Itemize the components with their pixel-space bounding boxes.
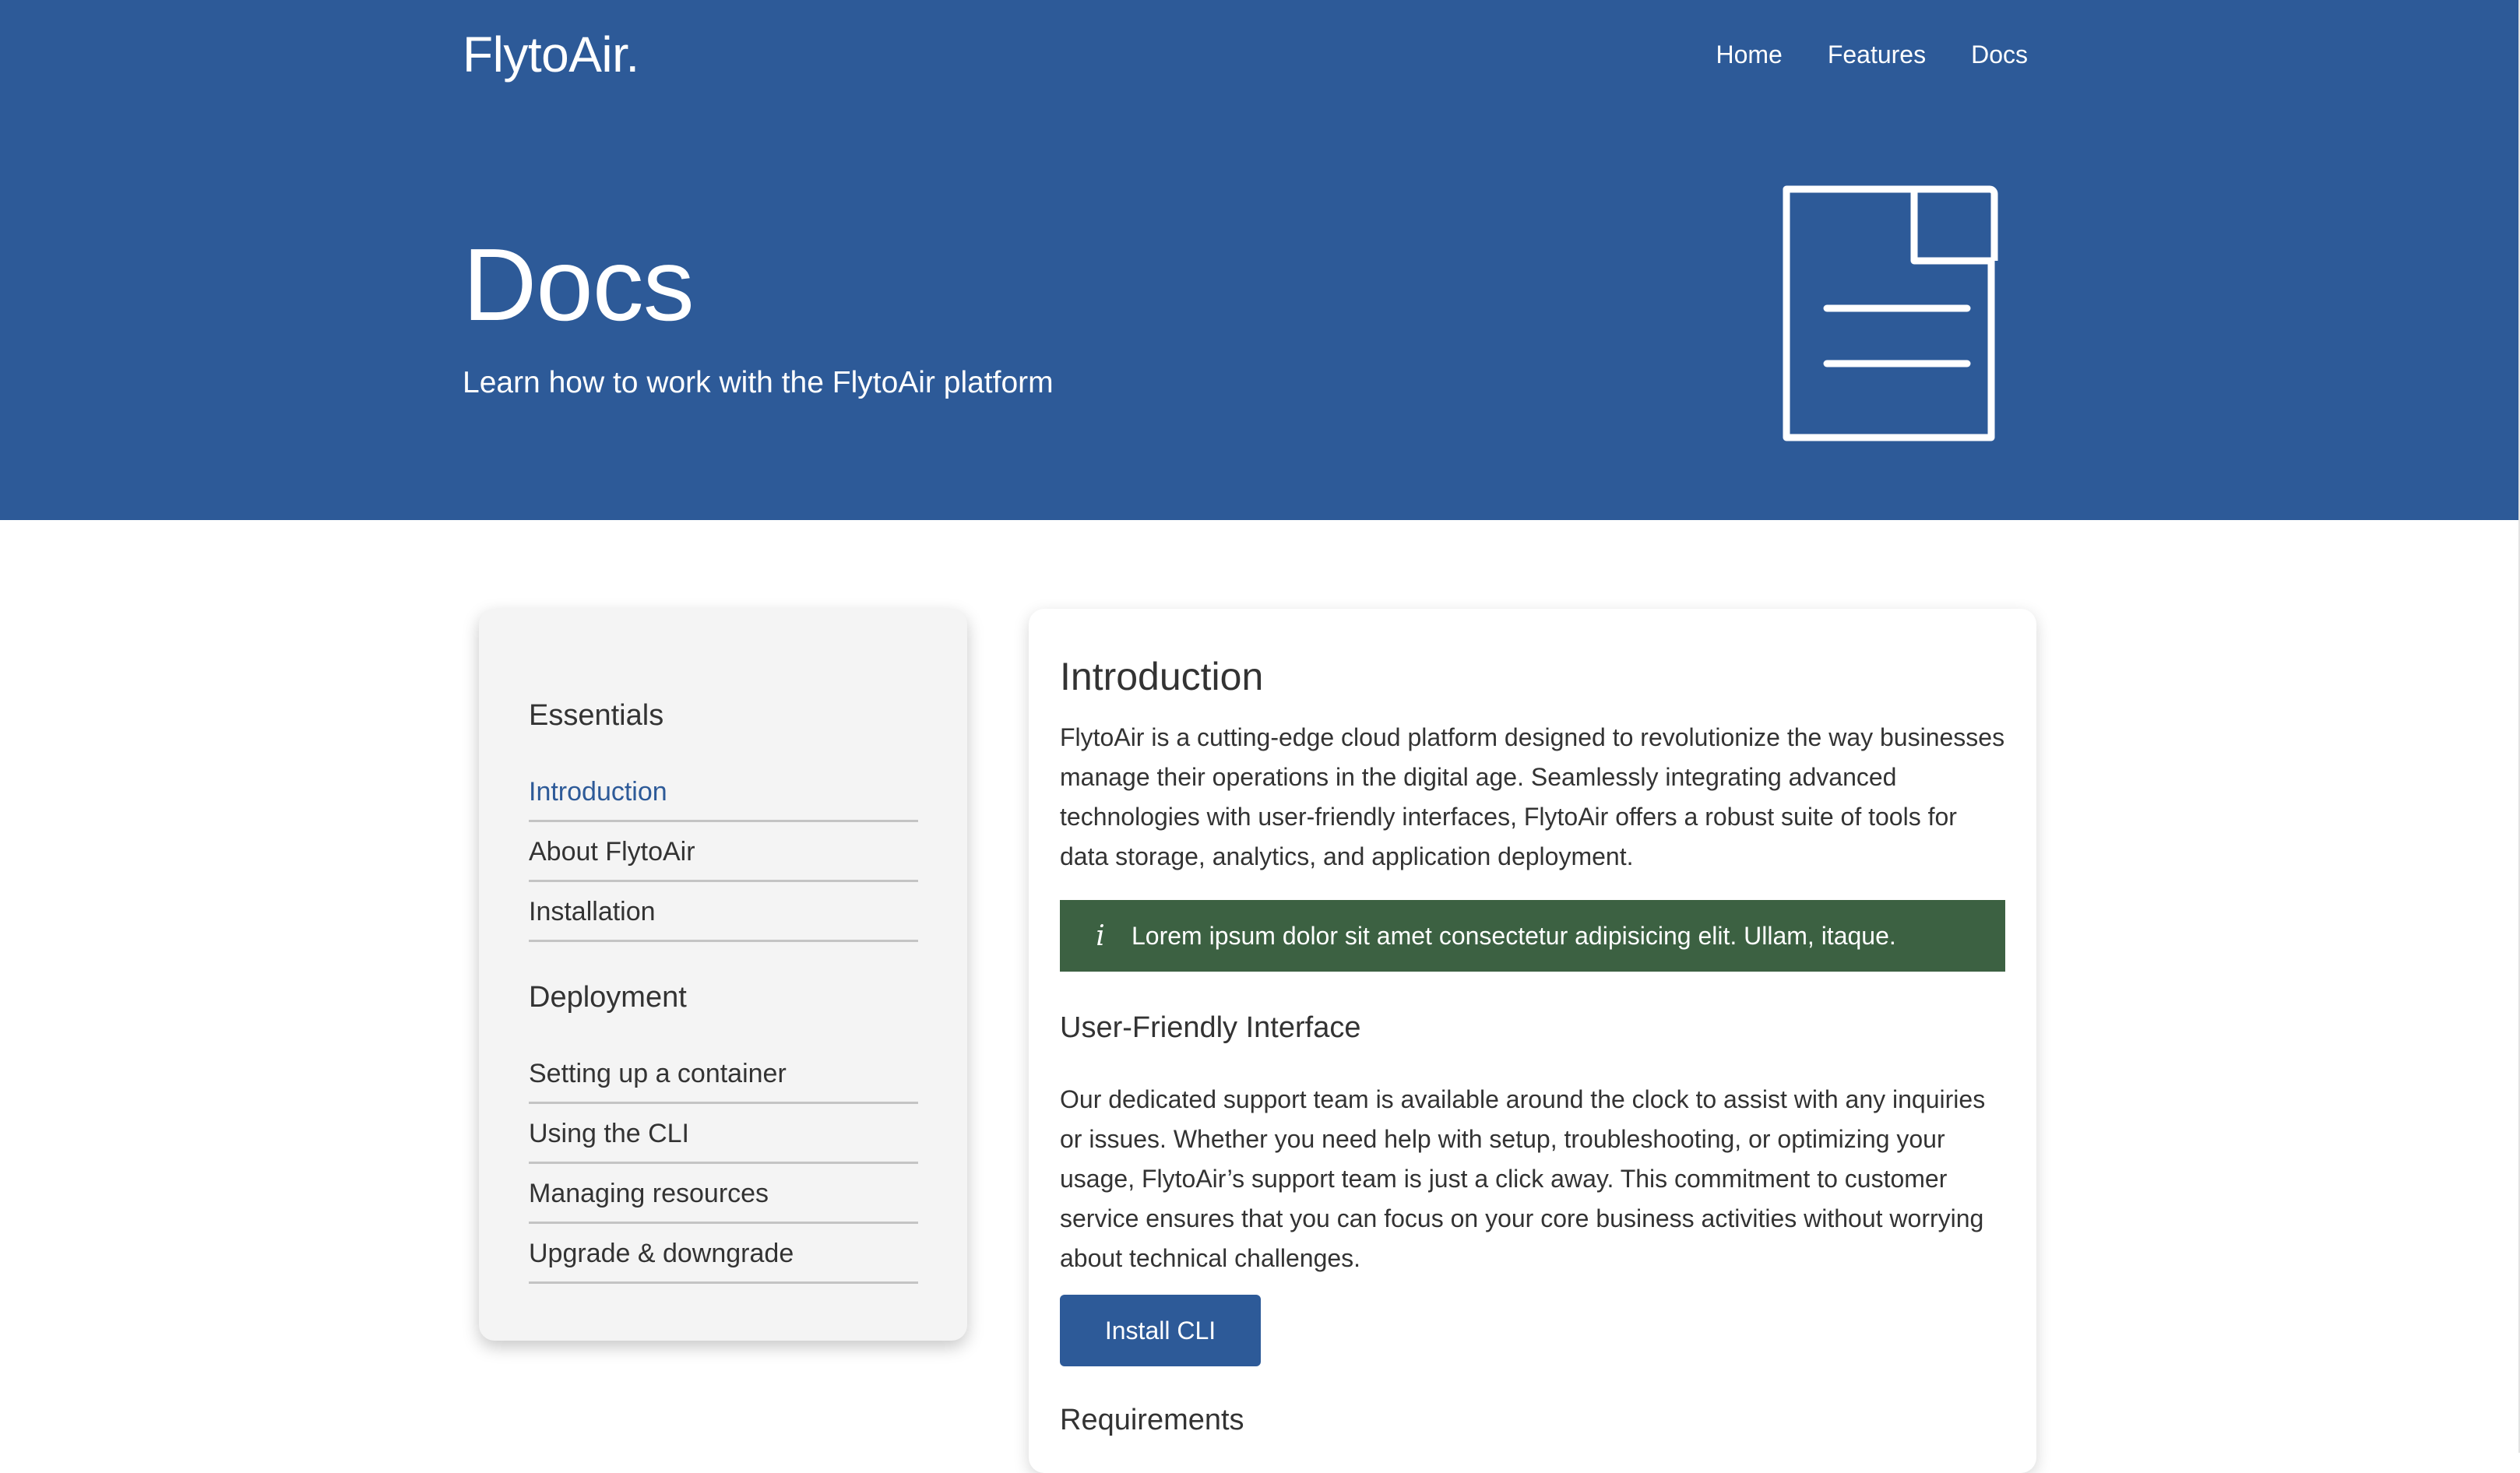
page-title: Docs xyxy=(463,227,695,342)
sidebar-item-introduction[interactable]: Introduction xyxy=(529,765,918,822)
top-nav: Home Features Docs xyxy=(1716,35,2028,74)
install-cli-button[interactable]: Install CLI xyxy=(1060,1295,1261,1366)
sidebar-heading-essentials: Essentials xyxy=(529,699,664,732)
nav-docs-link[interactable]: Docs xyxy=(1971,35,2028,74)
sidebar-heading-deployment: Deployment xyxy=(529,981,687,1014)
sidebar-item-cli[interactable]: Using the CLI xyxy=(529,1106,918,1164)
sidebar-item-upgrade[interactable]: Upgrade & downgrade xyxy=(529,1226,918,1284)
sidebar-item-resources[interactable]: Managing resources xyxy=(529,1166,918,1224)
info-callout: i Lorem ipsum dolor sit amet consectetur… xyxy=(1060,900,2005,972)
hero-banner: FlytoAir. Home Features Docs Docs Learn … xyxy=(0,0,2518,520)
sidebar-item-container[interactable]: Setting up a container xyxy=(529,1046,918,1104)
page: FlytoAir. Home Features Docs Docs Learn … xyxy=(0,0,2518,1473)
sidebar-list-deployment: Setting up a container Using the CLI Man… xyxy=(529,1046,918,1286)
sidebar-item-about[interactable]: About FlytoAir xyxy=(529,824,918,882)
intro-heading: Introduction xyxy=(1060,655,1264,698)
section-paragraph: Our dedicated support team is available … xyxy=(1060,1085,1986,1272)
nav-features-link[interactable]: Features xyxy=(1828,35,1926,74)
page-subtitle: Learn how to work with the FlytoAir plat… xyxy=(463,366,1054,399)
requirements-heading: Requirements xyxy=(1060,1404,1244,1436)
info-icon: i xyxy=(1096,919,1105,952)
docs-content: Introduction FlytoAir is a cutting-edge … xyxy=(1029,609,2036,1473)
sidebar-item-installation[interactable]: Installation xyxy=(529,884,918,942)
section-heading: User-Friendly Interface xyxy=(1060,1011,1361,1044)
nav-home-link[interactable]: Home xyxy=(1716,35,1782,74)
callout-text: Lorem ipsum dolor sit amet consectetur a… xyxy=(1132,921,1896,950)
brand-logo[interactable]: FlytoAir. xyxy=(463,23,639,86)
document-icon xyxy=(1783,185,1998,441)
docs-sidebar: Essentials Introduction About FlytoAir I… xyxy=(479,609,967,1341)
sidebar-list-essentials: Introduction About FlytoAir Installation xyxy=(529,765,918,944)
intro-paragraph: FlytoAir is a cutting-edge cloud platfor… xyxy=(1060,723,2005,870)
